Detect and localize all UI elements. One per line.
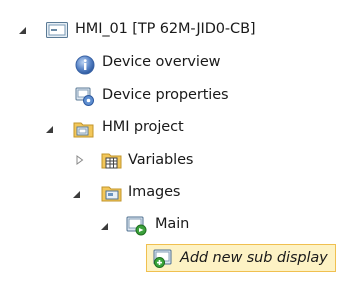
device-properties-icon — [75, 87, 94, 106]
expand-toggle-hmi-project[interactable] — [46, 126, 53, 133]
expand-toggle-hmi-01[interactable] — [19, 27, 26, 34]
tree-item-label: Device properties — [102, 87, 229, 103]
hmi-device-icon — [46, 22, 68, 38]
project-tree: HMI_01 [TP 62M-JID0-CB] Device overview — [0, 0, 345, 283]
display-screen-icon — [126, 216, 147, 236]
variables-folder-icon — [101, 153, 122, 169]
hmi-project-folder-icon — [73, 122, 94, 138]
tree-item-label: Variables — [128, 152, 194, 168]
tree-item-label: Device overview — [102, 54, 221, 70]
tree-item-label: Images — [128, 184, 181, 200]
tree-item-label: HMI project — [102, 119, 184, 135]
expand-toggle-main[interactable] — [101, 223, 108, 230]
collapsed-toggle-variables[interactable] — [76, 155, 84, 165]
expand-toggle-images[interactable] — [73, 191, 80, 198]
images-folder-icon — [101, 186, 122, 202]
add-display-icon — [153, 249, 172, 268]
tree-item-label: Main — [155, 216, 190, 232]
tree-item-label: HMI_01 [TP 62M-JID0-CB] — [75, 21, 256, 37]
tree-item-label: Add new sub display — [180, 250, 328, 266]
info-icon — [75, 55, 95, 75]
